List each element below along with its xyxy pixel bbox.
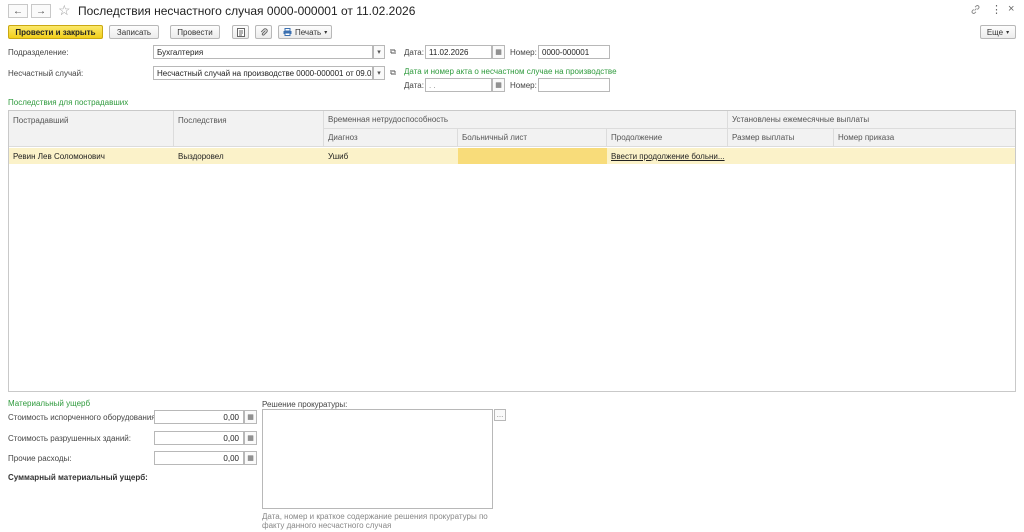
department-open-button[interactable]: ⧉ — [387, 45, 399, 59]
list-icon — [236, 27, 245, 37]
equipment-cost-field[interactable]: 0,00 — [154, 410, 244, 424]
post-and-close-button[interactable]: Провести и закрыть — [8, 25, 103, 39]
favorite-star-icon[interactable]: ☆ — [58, 2, 71, 19]
col-header-order-number[interactable]: Номер приказа — [834, 129, 1015, 147]
printer-icon — [283, 28, 292, 36]
print-button[interactable]: Печать ▾ — [278, 25, 332, 39]
open-link-icon: ⧉ — [390, 68, 396, 77]
close-icon[interactable]: × — [1008, 3, 1014, 15]
number-field[interactable]: 0000-000001 — [538, 45, 610, 59]
other-expenses-label: Прочие расходы: — [8, 454, 72, 463]
col-header-amount[interactable]: Размер выплаты — [728, 129, 834, 147]
save-button[interactable]: Записать — [109, 25, 159, 39]
victims-table[interactable]: Пострадавший Последствия Временная нетру… — [8, 110, 1016, 392]
more-menu-icon[interactable]: ⋮ — [991, 3, 1002, 16]
document-list-button[interactable] — [232, 25, 249, 39]
col-header-sick-leave[interactable]: Больничный лист — [458, 129, 607, 147]
attach-button[interactable] — [255, 25, 272, 39]
other-expenses-field[interactable]: 0,00 — [154, 451, 244, 465]
more-label: Еще — [986, 27, 1004, 37]
date-label: Дата: — [404, 48, 424, 57]
chevron-down-icon: ▾ — [377, 70, 381, 77]
act-date-label: Дата: — [404, 81, 424, 90]
act-number-field[interactable] — [538, 78, 610, 92]
accident-open-button[interactable]: ⧉ — [387, 66, 399, 80]
col-header-diagnosis[interactable]: Диагноз — [324, 129, 458, 147]
calculator-icon: ▦ — [247, 414, 254, 421]
page-title: Последствия несчастного случая 0000-0000… — [78, 4, 416, 18]
cell-sick-leave[interactable] — [458, 148, 607, 164]
calendar-icon: ▦ — [495, 82, 502, 89]
prosecutor-decision-label: Решение прокуратуры: — [262, 400, 348, 409]
cell-diagnosis[interactable]: Ушиб — [324, 148, 458, 164]
act-number-label: Номер: — [510, 81, 537, 90]
table-row[interactable]: Ревин Лев Соломонович Выздоровел Ушиб Вв… — [9, 148, 1015, 164]
equipment-calculator-button[interactable]: ▦ — [244, 410, 257, 424]
calendar-icon: ▦ — [495, 49, 502, 56]
forward-arrow-icon: → — [36, 5, 46, 17]
col-header-disability: Временная нетрудоспособность — [324, 111, 728, 129]
more-button[interactable]: Еще ▾ — [980, 25, 1016, 39]
accident-field[interactable]: Несчастный случай на производстве 0000-0… — [153, 66, 373, 80]
chevron-down-icon: ▾ — [324, 29, 328, 36]
act-section-caption: Дата и номер акта о несчастном случае на… — [404, 67, 617, 76]
col-header-victim[interactable]: Пострадавший — [9, 111, 174, 147]
col-header-consequence[interactable]: Последствия — [174, 111, 324, 147]
buildings-cost-label: Стоимость разрушенных зданий: — [8, 434, 131, 443]
date-calendar-button[interactable]: ▦ — [492, 45, 505, 59]
ellipsis-icon: … — [496, 411, 504, 419]
department-dropdown-button[interactable]: ▾ — [373, 45, 385, 59]
chevron-down-icon: ▾ — [377, 49, 381, 56]
calculator-icon: ▦ — [247, 435, 254, 442]
back-button[interactable]: ← — [8, 4, 28, 18]
forward-button[interactable]: → — [31, 4, 51, 18]
other-calculator-button[interactable]: ▦ — [244, 451, 257, 465]
paperclip-icon — [260, 27, 268, 36]
cell-amount[interactable] — [728, 148, 834, 164]
chevron-down-icon: ▾ — [1006, 29, 1010, 36]
continue-sick-leave-link[interactable]: Ввести продолжение больни... — [607, 148, 728, 164]
number-label: Номер: — [510, 48, 537, 57]
calculator-icon: ▦ — [247, 455, 254, 462]
accident-label: Несчастный случай: — [8, 69, 84, 78]
date-field[interactable]: 11.02.2026 — [425, 45, 492, 59]
department-label: Подразделение: — [8, 48, 69, 57]
col-header-continuation[interactable]: Продолжение — [607, 129, 728, 147]
accident-dropdown-button[interactable]: ▾ — [373, 66, 385, 80]
victims-section-title: Последствия для пострадавших — [8, 98, 129, 107]
col-header-monthly-payments: Установлены ежемесячные выплаты — [728, 111, 1015, 129]
open-link-icon: ⧉ — [390, 47, 396, 56]
buildings-cost-field[interactable]: 0,00 — [154, 431, 244, 445]
post-button[interactable]: Провести — [170, 25, 220, 39]
back-arrow-icon: ← — [13, 5, 23, 17]
prosecutor-decision-hint: Дата, номер и краткое содержание решения… — [262, 512, 488, 530]
department-field[interactable]: Бухгалтерия — [153, 45, 373, 59]
cell-order-number[interactable] — [834, 148, 1015, 164]
cell-consequence[interactable]: Выздоровел — [174, 148, 324, 164]
prosecutor-decision-field[interactable] — [262, 409, 493, 509]
prosecutor-decision-edit-button[interactable]: … — [494, 409, 506, 421]
total-damage-label: Суммарный материальный ущерб: — [8, 473, 148, 482]
act-date-calendar-button[interactable]: ▦ — [492, 78, 505, 92]
print-label: Печать — [295, 27, 322, 37]
buildings-calculator-button[interactable]: ▦ — [244, 431, 257, 445]
equipment-cost-label: Стоимость испорченного оборудования: — [8, 413, 158, 422]
link-icon[interactable] — [970, 4, 981, 17]
act-date-field[interactable]: . . — [425, 78, 492, 92]
damage-section-title: Материальный ущерб — [8, 399, 91, 408]
cell-victim[interactable]: Ревин Лев Соломонович — [9, 148, 174, 164]
